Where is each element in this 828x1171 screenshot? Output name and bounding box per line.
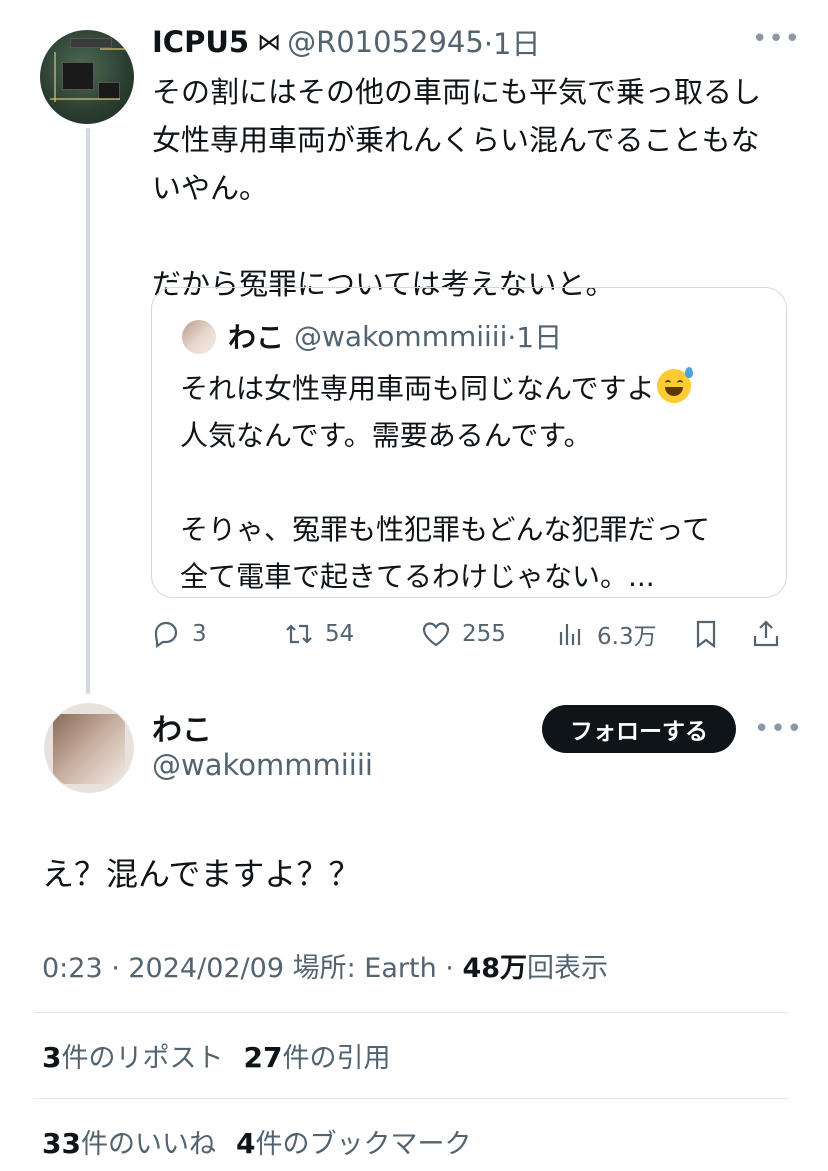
bowtie-badge-icon: ⋈ <box>257 28 282 56</box>
likes-stat[interactable]: 33件のいいね <box>42 1122 216 1161</box>
more-options-icon[interactable]: ••• <box>752 24 801 54</box>
repost-icon <box>286 624 312 644</box>
more-options-icon[interactable]: ••• <box>754 714 803 744</box>
stats-row-2: 33件のいいね 4件のブックマーク <box>42 1122 471 1161</box>
bookmark-icon <box>696 620 716 649</box>
views-total: 48万 <box>462 953 528 984</box>
reply-count: 3 <box>192 621 207 647</box>
reply-icon <box>154 621 178 649</box>
quoted-author-handle: @wakommmiiii <box>294 319 508 353</box>
like-button[interactable]: 255 <box>420 614 506 654</box>
views-count: 6.3万 <box>597 624 657 650</box>
tweet-time[interactable]: ·1日 <box>484 21 541 63</box>
divider <box>34 1012 788 1013</box>
share-icon <box>753 620 779 647</box>
share-button[interactable] <box>750 614 782 654</box>
parent-tweet-text: その割にはその他の車両にも平気で乗っ取るし 女性専用車両が乗れんくらい混んでるこ… <box>152 75 762 301</box>
quotes-stat[interactable]: 27件の引用 <box>243 1036 390 1075</box>
tweet-location: 場所: Earth · <box>292 953 454 984</box>
reposts-stat[interactable]: 3件のリポスト <box>42 1036 223 1075</box>
views-label: 回表示 <box>527 953 609 984</box>
divider <box>34 1098 788 1099</box>
avatar-icpu5[interactable] <box>40 30 134 124</box>
like-count: 255 <box>462 621 506 647</box>
stats-row-1: 3件のリポスト 27件の引用 <box>42 1036 390 1075</box>
author-name[interactable]: ICPU5 <box>152 25 249 59</box>
quoted-tweet-header: わこ @wakommmiiii ·1日 <box>228 316 562 356</box>
author-handle[interactable]: @R01052945 <box>287 25 484 59</box>
bookmark-button[interactable] <box>690 614 722 654</box>
circuit-chip <box>62 62 94 90</box>
grinning-sweat-emoji-icon <box>656 367 693 403</box>
tweet-meta: 0:23 · 2024/02/09 場所: Earth · 48万 回表示 <box>42 946 608 985</box>
heart-icon <box>422 622 450 647</box>
main-author-handle[interactable]: @wakommmiiii <box>152 748 373 782</box>
reply-button[interactable]: 3 <box>150 614 207 654</box>
follow-button[interactable]: フォローする <box>542 705 736 753</box>
quoted-tweet-line1: それは女性専用車両も同じなんですよ <box>180 372 655 405</box>
views-bars-icon <box>559 624 581 645</box>
main-author-name[interactable]: わこ <box>152 705 212 749</box>
circuit-trace <box>54 52 56 102</box>
avatar-wako[interactable] <box>44 703 134 793</box>
circuit-connector <box>70 38 112 48</box>
parent-tweet-header: ICPU5 ⋈ @R01052945 ·1日 <box>152 22 541 62</box>
repost-count: 54 <box>325 621 355 647</box>
quoted-tweet-time: ·1日 <box>507 321 563 354</box>
repost-button[interactable]: 54 <box>283 614 354 654</box>
main-tweet-text: え？混んでますよ？？ <box>42 855 361 893</box>
avatar-quoted-user <box>182 320 216 354</box>
bookmarks-stat[interactable]: 4件のブックマーク <box>236 1122 471 1161</box>
tweet-action-bar: 3 54 255 6.3万 <box>150 614 790 654</box>
quoted-tweet-text: それは女性専用車両も同じなんですよ 人気なんです。需要あるんです。 そりゃ、冤罪… <box>180 365 770 600</box>
quoted-tweet-rest: 人気なんです。需要あるんです。 そりゃ、冤罪も性犯罪もどんな犯罪だって 全て電車… <box>180 419 711 593</box>
thread-connector-line <box>86 128 90 694</box>
views-button[interactable]: 6.3万 <box>555 614 657 654</box>
circuit-trace <box>50 98 120 100</box>
quoted-author-name: わこ <box>228 321 285 354</box>
tweet-timestamp[interactable]: 0:23 · 2024/02/09 <box>42 953 284 984</box>
circuit-trace <box>100 48 128 50</box>
avatar-photo <box>53 714 125 784</box>
